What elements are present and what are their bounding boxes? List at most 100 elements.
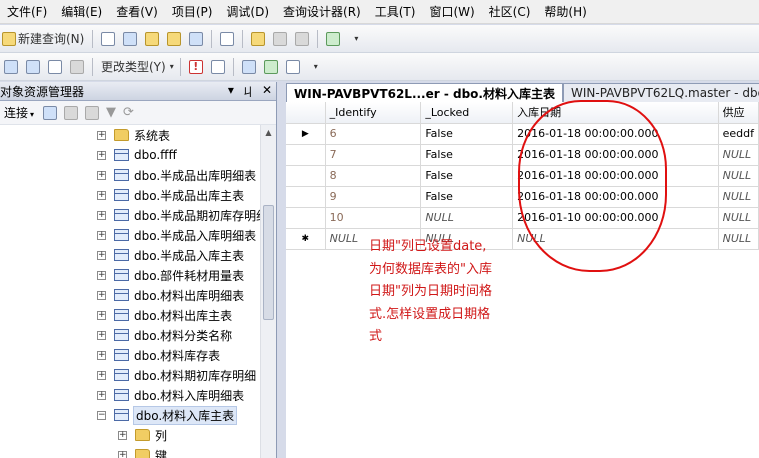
menu-window[interactable]: 窗口(W) [422,0,481,24]
tree-node[interactable]: + dbo.ffff [97,145,177,165]
tab-table-editor[interactable]: WIN-PAVBPVT62L...er - dbo.材料入库主表 [286,83,563,102]
compact-query-button[interactable] [218,29,236,49]
analysis-query-button[interactable] [143,29,161,49]
collapse-icon[interactable]: − [97,410,106,420]
save-button[interactable] [271,29,289,49]
column-header-supplier[interactable]: 供应 [718,102,759,124]
tree-node[interactable]: + dbo.半成品出库主表 [97,185,244,205]
expand-icon[interactable]: + [97,390,106,400]
tree-node[interactable]: + dbo.半成品入库主表 [97,245,244,265]
table-cell[interactable]: NULL [718,207,759,229]
tree-node[interactable]: + dbo.材料入库明细表 [97,385,244,405]
table-cell[interactable]: False [420,165,514,187]
tree-node[interactable]: + dbo.材料分类名称 [97,325,232,345]
table-row[interactable]: ▶ 6 False 2016-01-18 00:00:00.000 eeddf [286,123,759,145]
table-cell[interactable]: NULL [718,165,759,187]
row-selector[interactable] [286,207,326,229]
show-criteria-button[interactable] [24,57,42,77]
tree-node[interactable]: − dbo.材料入库主表 [97,405,238,425]
tree-node[interactable]: + dbo.半成品期初库存明细 [97,205,268,225]
expand-icon[interactable]: + [97,150,106,160]
expand-icon[interactable]: + [97,190,106,200]
row-selector[interactable] [286,165,326,187]
table-cell[interactable]: NULL [718,228,759,250]
open-button[interactable] [249,29,267,49]
expand-icon[interactable]: + [97,210,106,220]
menu-project[interactable]: 项目(P) [165,0,220,24]
show-results-button[interactable] [68,57,86,77]
tree-node[interactable]: + dbo.半成品入库明细表 [97,225,256,245]
database-query-button[interactable] [121,29,139,49]
current-row-icon[interactable]: ▶ [286,123,326,145]
expand-icon[interactable]: + [97,350,106,360]
filter-icon[interactable]: ▼ [106,105,116,120]
menu-query-designer[interactable]: 查询设计器(R) [276,0,368,24]
tree-node[interactable]: + dbo.材料出库主表 [97,305,232,325]
show-diagram-button[interactable] [2,57,20,77]
tree-node[interactable]: + 键 [118,445,167,458]
menu-help[interactable]: 帮助(H) [537,0,593,24]
row-selector[interactable] [286,186,326,208]
tree-node[interactable]: + dbo.材料库存表 [97,345,220,365]
toolbar-overflow-button[interactable]: ▾ [346,29,364,49]
pin-icon[interactable]: ㄐ [242,83,254,100]
table-cell[interactable]: False [420,186,514,208]
expand-icon[interactable]: + [118,430,127,440]
table-cell[interactable]: 7 [325,144,422,166]
expand-icon[interactable]: + [97,290,106,300]
tree-node[interactable]: + dbo.部件耗材用量表 [97,265,244,285]
row-selector[interactable] [286,144,326,166]
expand-icon[interactable]: + [97,330,106,340]
tree-node[interactable]: + dbo.材料期初库存明细 [97,365,256,385]
new-row-icon[interactable]: ✱ [286,228,326,250]
menu-community[interactable]: 社区(C) [482,0,538,24]
expand-icon[interactable]: + [97,130,106,140]
table-cell[interactable]: NULL [420,207,514,229]
add-new-derived-table-button[interactable] [284,57,302,77]
menu-view[interactable]: 查看(V) [109,0,165,24]
expand-icon[interactable]: + [97,230,106,240]
menu-edit[interactable]: 编辑(E) [54,0,109,24]
add-table-button[interactable] [262,57,280,77]
table-cell[interactable]: eeddf [718,123,759,145]
activity-monitor-button[interactable] [324,29,342,49]
expand-icon[interactable]: + [97,310,106,320]
stop-icon[interactable] [85,105,100,120]
refresh-icon[interactable]: ⟳ [123,105,134,120]
execute-sql-button[interactable]: ! [187,57,205,77]
table-cell[interactable]: 10 [325,207,422,229]
xmla-query-button[interactable] [187,29,205,49]
expand-icon[interactable]: + [97,270,106,280]
column-header-locked[interactable]: _Locked [420,102,514,124]
tree-node[interactable]: + dbo.半成品出库明细表 [97,165,256,185]
tree-node[interactable]: + 列 [118,425,167,445]
table-cell[interactable]: NULL [718,186,759,208]
scroll-up-icon[interactable]: ▲ [261,125,276,140]
table-row[interactable]: ✱ NULL NULL NULL NULL [286,228,759,250]
change-type-button[interactable]: 更改类型(Y) ▾ [99,57,174,77]
tree-vertical-scrollbar[interactable]: ▲ [260,125,276,458]
connect-button[interactable]: 连接 ▾ [2,104,36,121]
new-file-button[interactable] [99,29,117,49]
tree-node[interactable]: + dbo.材料出库明细表 [97,285,244,305]
column-header-identify[interactable]: _Identify [325,102,422,124]
close-icon[interactable]: ✕ [262,83,272,100]
tree-node[interactable]: + 系统表 [97,125,170,145]
table-cell[interactable]: NULL [718,144,759,166]
expand-icon[interactable]: + [97,250,106,260]
pane-dropdown-icon[interactable]: ▾ [228,83,234,100]
group-by-button[interactable] [240,57,258,77]
show-sql-button[interactable] [46,57,64,77]
verify-sql-button[interactable] [209,57,227,77]
expand-icon[interactable]: + [118,450,127,458]
toolbar2-overflow-button[interactable]: ▾ [306,57,324,77]
table-cell[interactable]: 8 [325,165,422,187]
connect-object-explorer-icon[interactable] [43,105,58,120]
table-cell[interactable]: 9 [325,186,422,208]
table-cell[interactable]: 6 [325,123,422,145]
menu-debug[interactable]: 调试(D) [219,0,276,24]
table-cell[interactable]: False [420,144,514,166]
print-button[interactable] [293,29,311,49]
scrollbar-thumb[interactable] [263,205,274,320]
menu-file[interactable]: 文件(F) [0,0,54,24]
